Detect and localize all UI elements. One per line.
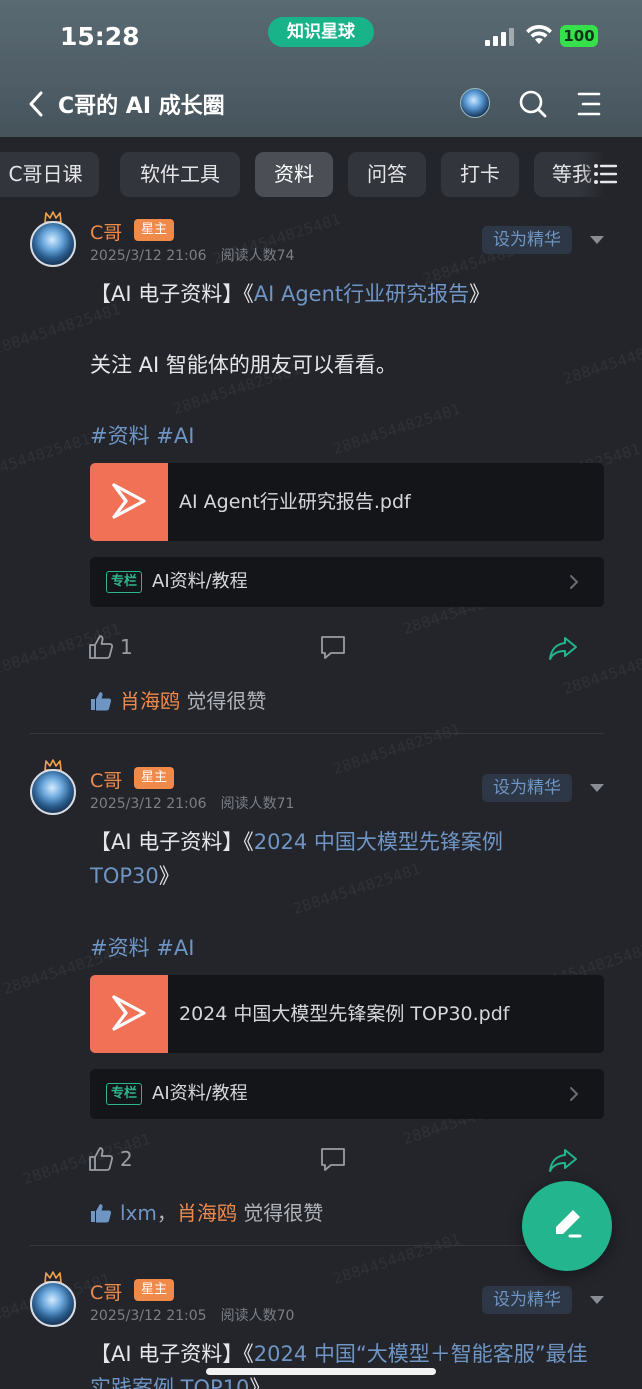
file-name: AI Agent行业研究报告.pdf — [179, 491, 411, 513]
liker-name[interactable]: 肖海鸥 — [177, 1201, 237, 1225]
read-count: 阅读人数74 — [220, 248, 295, 264]
set-essence-button[interactable]: 设为精华 — [482, 226, 572, 254]
post-title[interactable]: 【AI 电子资料】《2024 中国“大模型＋智能客服”最佳实践案例 TOP10》 — [90, 1337, 590, 1389]
post-tags[interactable]: #资料 #AI — [90, 420, 194, 450]
thumb-up-icon — [91, 1204, 112, 1223]
share-icon[interactable] — [548, 1147, 578, 1173]
liker-name[interactable]: 肖海鸥 — [120, 689, 180, 713]
likers-line: 肖海鸥 觉得很赞 — [90, 685, 266, 714]
like-count: 1 — [120, 635, 133, 659]
page-title: C哥的 AI 成长圈 — [58, 94, 225, 119]
pdf-icon — [90, 975, 168, 1053]
post-title[interactable]: 【AI 电子资料】《2024 中国大模型先锋案例 TOP30》 — [90, 825, 560, 893]
watermark: 28844544825481 — [330, 719, 464, 779]
divider — [30, 733, 604, 734]
post-date: 2025/3/12 21:06 — [90, 796, 207, 812]
document-link[interactable]: AI Agent行业研究报告 — [254, 282, 469, 306]
post-meta: 2025/3/12 21:05 阅读人数70 — [90, 1305, 294, 1325]
home-indicator — [206, 1368, 436, 1375]
post-meta: 2025/3/12 21:06 阅读人数71 — [90, 793, 294, 813]
tab-c-daily[interactable]: C哥日课 — [0, 152, 99, 197]
chevron-down-icon[interactable] — [590, 236, 604, 244]
avatar — [30, 769, 76, 815]
owner-badge: 星主 — [134, 219, 174, 241]
watermark: 28844544825481 — [0, 429, 94, 489]
battery-indicator: 100 — [560, 25, 598, 47]
chevron-right-icon — [570, 1087, 579, 1101]
pencil-icon — [556, 1210, 582, 1238]
compose-button[interactable] — [522, 1181, 612, 1271]
file-attachment[interactable]: AI Agent行业研究报告.pdf — [90, 463, 604, 541]
column-name: AI资料/教程 — [152, 571, 248, 592]
column-link[interactable]: 专栏 AI资料/教程 — [90, 1069, 604, 1119]
tab-software-tools[interactable]: 软件工具 — [120, 152, 240, 197]
post-body: 关注 AI 智能体的朋友可以看看。 — [90, 353, 397, 377]
owner-badge: 星主 — [134, 767, 174, 789]
file-attachment[interactable]: 2024 中国大模型先锋案例 TOP30.pdf — [90, 975, 604, 1053]
divider — [30, 1245, 604, 1246]
watermark: 28844544825481 — [330, 399, 464, 459]
likers-line: lxm，肖海鸥 觉得很赞 — [90, 1197, 323, 1226]
search-icon[interactable] — [518, 89, 548, 119]
post-date: 2025/3/12 21:06 — [90, 248, 207, 264]
post-title[interactable]: 【AI 电子资料】《AI Agent行业研究报告》 — [90, 277, 560, 311]
post-date: 2025/3/12 21:05 — [90, 1308, 207, 1324]
chevron-down-icon[interactable] — [590, 1296, 604, 1304]
column-name: AI资料/教程 — [152, 1083, 248, 1104]
back-icon[interactable] — [26, 90, 46, 118]
list-icon[interactable] — [593, 162, 617, 186]
read-count: 阅读人数70 — [220, 1308, 295, 1324]
cellular-signal-icon — [485, 26, 517, 46]
menu-icon[interactable] — [576, 91, 602, 117]
chevron-down-icon[interactable] — [590, 784, 604, 792]
tab-qa[interactable]: 问答 — [348, 152, 426, 197]
like-icon[interactable] — [88, 1146, 114, 1172]
post-meta: 2025/3/12 21:06 阅读人数74 — [90, 245, 294, 265]
author-avatar[interactable] — [30, 759, 76, 815]
liker-name[interactable]: lxm — [120, 1201, 157, 1225]
column-badge: 专栏 — [106, 1083, 142, 1105]
post-tags[interactable]: #资料 #AI — [90, 932, 194, 962]
app-pill[interactable]: 知识星球 — [268, 17, 374, 47]
like-icon[interactable] — [88, 634, 114, 660]
column-badge: 专栏 — [106, 571, 142, 593]
category-tabs: C哥日课 软件工具 资料 问答 打卡 等我 — [0, 137, 642, 211]
watermark: 28844544825481 — [20, 1129, 154, 1189]
author-name[interactable]: C哥 — [90, 766, 122, 793]
author-avatar[interactable] — [30, 1271, 76, 1327]
share-icon[interactable] — [548, 635, 578, 661]
author-name[interactable]: C哥 — [90, 1278, 122, 1305]
chevron-right-icon — [570, 575, 579, 589]
comment-icon[interactable] — [320, 1146, 346, 1172]
column-link[interactable]: 专栏 AI资料/教程 — [90, 557, 604, 607]
avatar — [30, 221, 76, 267]
comment-icon[interactable] — [320, 634, 346, 660]
watermark: 28844544825481 — [560, 329, 642, 389]
owner-badge: 星主 — [134, 1279, 174, 1301]
tab-checkin[interactable]: 打卡 — [441, 152, 519, 197]
set-essence-button[interactable]: 设为精华 — [482, 774, 572, 802]
status-time: 15:28 — [60, 22, 140, 51]
file-name: 2024 中国大模型先锋案例 TOP30.pdf — [179, 1003, 510, 1025]
avatar[interactable] — [460, 88, 490, 118]
thumb-up-icon — [91, 692, 112, 711]
top-header: 15:28 知识星球 100 C哥的 AI 成长圈 — [0, 0, 642, 137]
set-essence-button[interactable]: 设为精华 — [482, 1286, 572, 1314]
tab-materials[interactable]: 资料 — [255, 152, 333, 197]
like-count: 2 — [120, 1147, 133, 1171]
wifi-icon — [526, 24, 552, 44]
pdf-icon — [90, 463, 168, 541]
author-avatar[interactable] — [30, 211, 76, 267]
avatar — [30, 1281, 76, 1327]
read-count: 阅读人数71 — [220, 796, 295, 812]
author-name[interactable]: C哥 — [90, 218, 122, 245]
